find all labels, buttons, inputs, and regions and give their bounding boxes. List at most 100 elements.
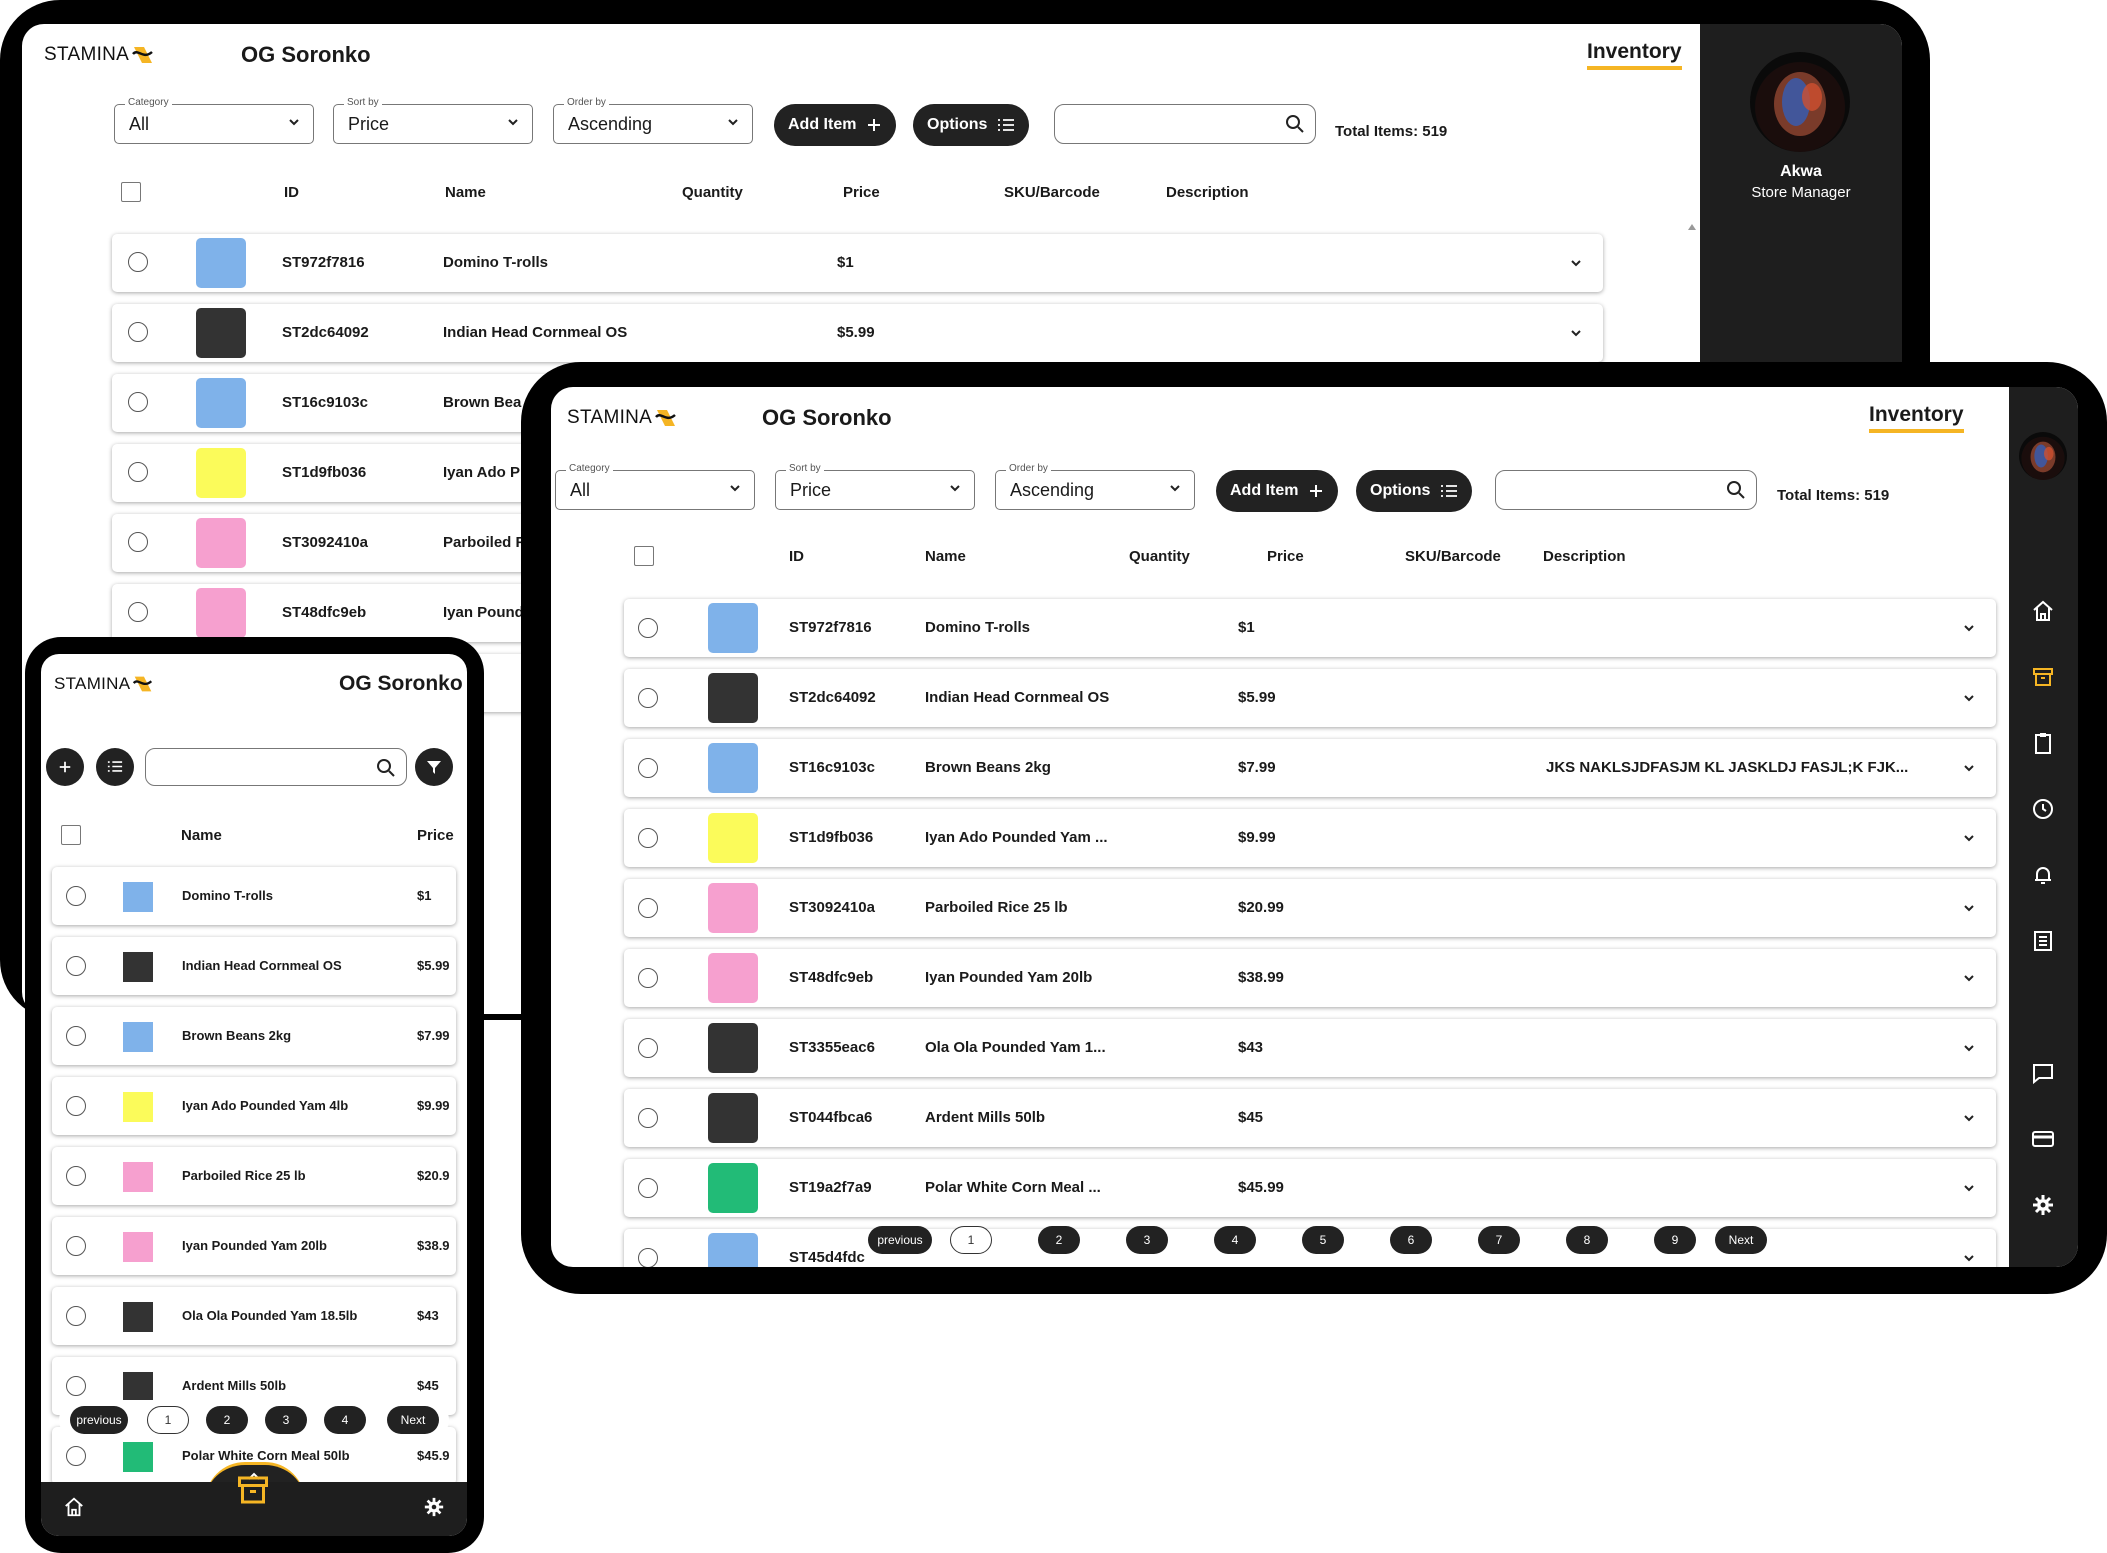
table-row[interactable]: ST2dc64092 Indian Head Cornmeal OS $5.99 (112, 304, 1603, 362)
options-button[interactable]: Options (1356, 470, 1473, 512)
select-all-checkbox[interactable] (634, 546, 654, 566)
page-button[interactable]: 2 (206, 1406, 248, 1434)
list-item[interactable]: Iyan Pounded Yam 20lb $38.9 (52, 1217, 456, 1275)
row-radio[interactable] (66, 956, 86, 976)
previous-page-button[interactable]: previous (70, 1406, 128, 1434)
sort-select[interactable]: Sort by Price (775, 463, 975, 510)
row-radio[interactable] (66, 886, 86, 906)
search-input[interactable] (1495, 470, 1757, 510)
table-row[interactable]: ST3355eac6 Ola Ola Pounded Yam 1... $43 (624, 1019, 1996, 1077)
credit-card-icon[interactable] (2031, 1127, 2055, 1151)
list-item[interactable]: Iyan Ado Pounded Yam 4lb $9.99 (52, 1077, 456, 1135)
page-button[interactable]: 8 (1566, 1226, 1608, 1254)
row-radio[interactable] (66, 1236, 86, 1256)
row-radio[interactable] (66, 1306, 86, 1326)
sort-select[interactable]: Sort by Price (333, 97, 533, 144)
chevron-down-icon[interactable] (1962, 1041, 1976, 1055)
home-icon[interactable] (63, 1496, 85, 1518)
home-icon[interactable] (2031, 599, 2055, 623)
category-select[interactable]: Category All (555, 463, 755, 510)
row-radio[interactable] (638, 1248, 658, 1267)
page-button[interactable]: 4 (1214, 1226, 1256, 1254)
row-radio[interactable] (128, 462, 148, 482)
table-row[interactable]: ST972f7816 Domino T-rolls $1 (112, 234, 1603, 292)
table-row[interactable]: ST16c9103c Brown Beans 2kg $7.99 JKS NAK… (624, 739, 1996, 797)
page-button[interactable]: 9 (1654, 1226, 1696, 1254)
avatar[interactable] (1750, 52, 1850, 152)
chevron-down-icon[interactable] (1962, 691, 1976, 705)
filter-button[interactable] (415, 748, 453, 786)
chevron-down-icon[interactable] (1962, 621, 1976, 635)
archive-icon[interactable] (2031, 665, 2055, 689)
bell-icon[interactable] (2031, 863, 2055, 887)
clipboard-icon[interactable] (2031, 731, 2055, 755)
row-radio[interactable] (128, 392, 148, 412)
table-row[interactable]: ST19a2f7a9 Polar White Corn Meal ... $45… (624, 1159, 1996, 1217)
add-item-button[interactable] (46, 748, 84, 786)
table-row[interactable]: ST2dc64092 Indian Head Cornmeal OS $5.99 (624, 669, 1996, 727)
row-radio[interactable] (66, 1376, 86, 1396)
row-radio[interactable] (128, 322, 148, 342)
row-radio[interactable] (638, 758, 658, 778)
options-button[interactable] (96, 748, 134, 786)
page-button[interactable]: 1 (950, 1226, 992, 1254)
chevron-down-icon[interactable] (1962, 831, 1976, 845)
chevron-down-icon[interactable] (1962, 1251, 1976, 1265)
table-row[interactable]: ST972f7816 Domino T-rolls $1 (624, 599, 1996, 657)
row-radio[interactable] (638, 1108, 658, 1128)
archive-icon[interactable] (235, 1470, 271, 1510)
document-icon[interactable] (2031, 929, 2055, 953)
next-page-button[interactable]: Next (1715, 1226, 1767, 1254)
row-radio[interactable] (638, 828, 658, 848)
list-item[interactable]: Indian Head Cornmeal OS $5.99 (52, 937, 456, 995)
chevron-down-icon[interactable] (1962, 971, 1976, 985)
chevron-down-icon[interactable] (1962, 1111, 1976, 1125)
row-radio[interactable] (66, 1166, 86, 1186)
chevron-down-icon[interactable] (1962, 1181, 1976, 1195)
avatar[interactable] (2019, 432, 2067, 480)
select-all-checkbox[interactable] (121, 182, 141, 202)
chat-icon[interactable] (2031, 1061, 2055, 1085)
chevron-down-icon[interactable] (1962, 901, 1976, 915)
row-radio[interactable] (128, 532, 148, 552)
previous-page-button[interactable]: previous (868, 1226, 932, 1254)
row-radio[interactable] (66, 1026, 86, 1046)
add-item-button[interactable]: Add Item (1216, 470, 1339, 512)
row-radio[interactable] (638, 1178, 658, 1198)
page-button[interactable]: 3 (265, 1406, 307, 1434)
page-button[interactable]: 2 (1038, 1226, 1080, 1254)
row-radio[interactable] (638, 968, 658, 988)
chevron-down-icon[interactable] (1569, 256, 1583, 270)
chevron-down-icon[interactable] (1962, 761, 1976, 775)
next-page-button[interactable]: Next (387, 1406, 439, 1434)
list-item[interactable]: Brown Beans 2kg $7.99 (52, 1007, 456, 1065)
search-input[interactable] (145, 748, 407, 786)
row-radio[interactable] (66, 1446, 86, 1466)
page-button[interactable]: 5 (1302, 1226, 1344, 1254)
add-item-button[interactable]: Add Item (774, 104, 897, 146)
list-item[interactable]: Ola Ola Pounded Yam 18.5lb $43 (52, 1287, 456, 1345)
select-all-checkbox[interactable] (61, 825, 81, 845)
page-button[interactable]: 3 (1126, 1226, 1168, 1254)
list-item[interactable]: Parboiled Rice 25 lb $20.9 (52, 1147, 456, 1205)
row-radio[interactable] (638, 688, 658, 708)
clock-icon[interactable] (2031, 797, 2055, 821)
row-radio[interactable] (638, 1038, 658, 1058)
page-button[interactable]: 7 (1478, 1226, 1520, 1254)
list-item[interactable]: Domino T-rolls $1 (52, 867, 456, 925)
page-button[interactable]: 1 (147, 1406, 189, 1434)
table-row[interactable]: ST044fbca6 Ardent Mills 50lb $45 (624, 1089, 1996, 1147)
row-radio[interactable] (128, 252, 148, 272)
search-input[interactable] (1054, 104, 1316, 144)
gear-icon[interactable] (2031, 1193, 2055, 1217)
page-title[interactable]: Inventory (1869, 403, 1964, 433)
chevron-down-icon[interactable] (1569, 326, 1583, 340)
page-button[interactable]: 6 (1390, 1226, 1432, 1254)
row-radio[interactable] (128, 602, 148, 622)
table-row[interactable]: ST1d9fb036 Iyan Ado Pounded Yam ... $9.9… (624, 809, 1996, 867)
category-select[interactable]: Category All (114, 97, 314, 144)
gear-icon[interactable] (423, 1496, 445, 1518)
row-radio[interactable] (638, 618, 658, 638)
order-select[interactable]: Order by Ascending (995, 463, 1195, 510)
table-row[interactable]: ST48dfc9eb Iyan Pounded Yam 20lb $38.99 (624, 949, 1996, 1007)
